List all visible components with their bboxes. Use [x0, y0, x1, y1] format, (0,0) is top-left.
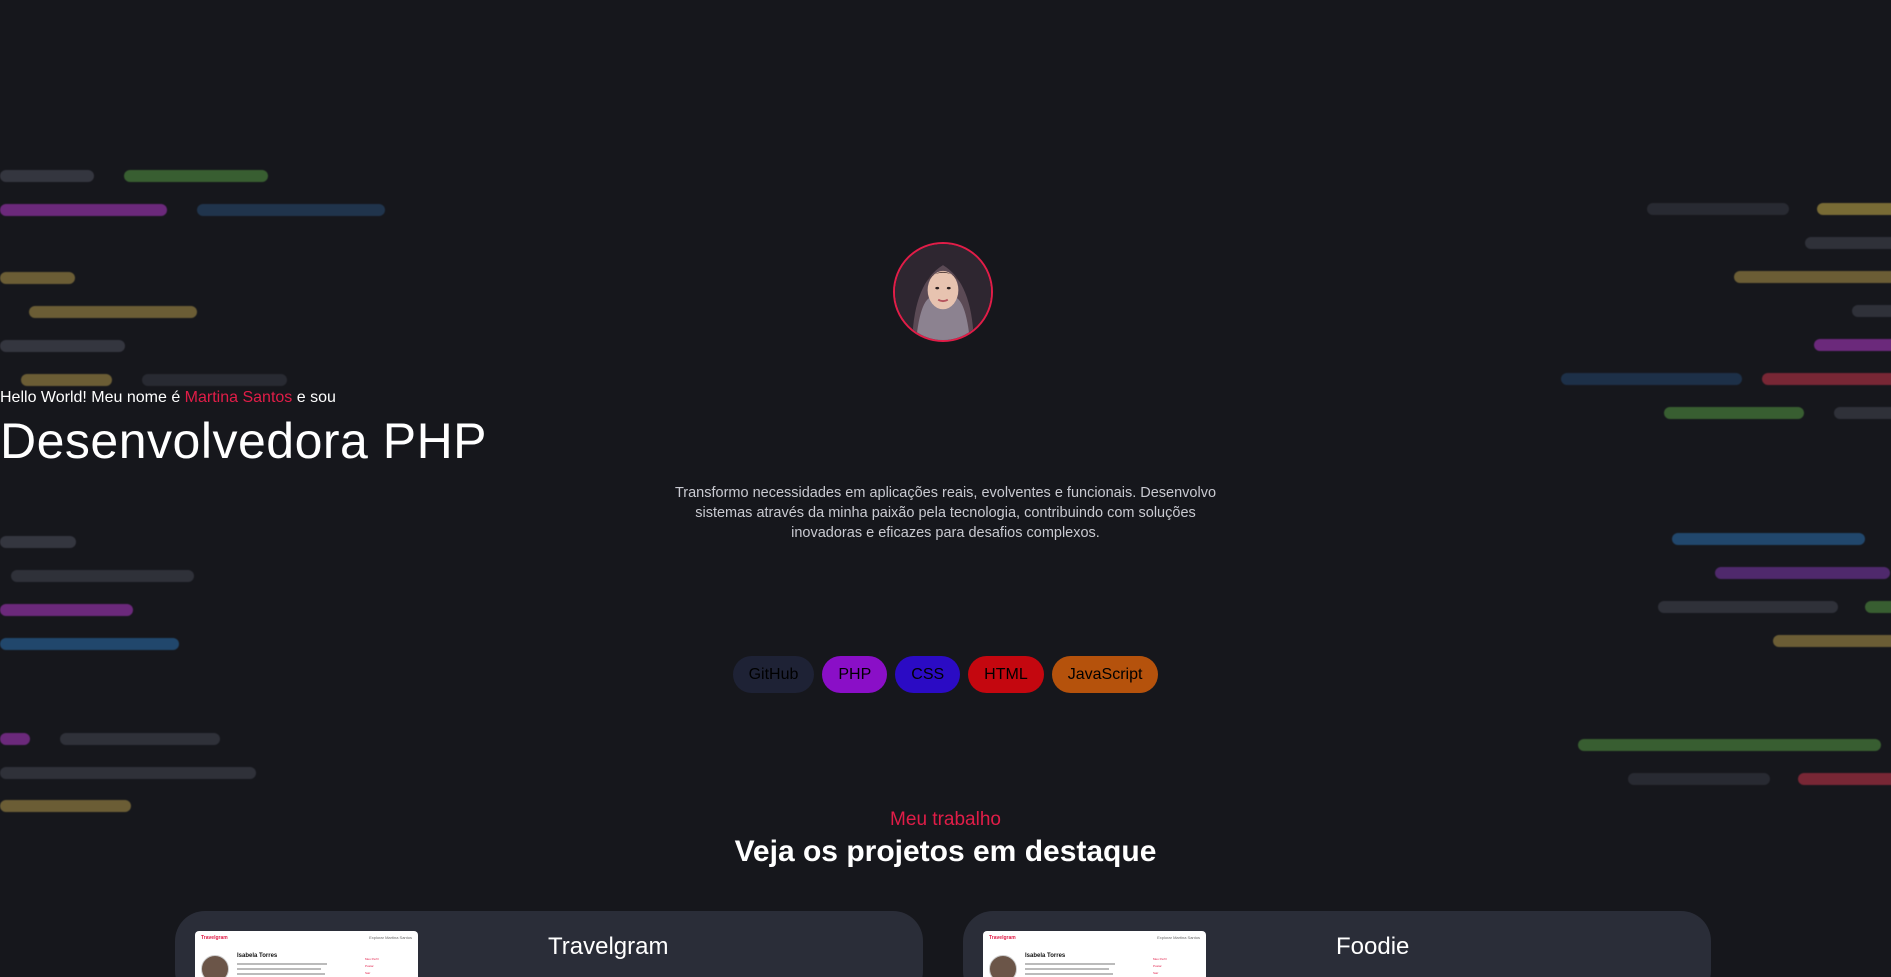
- section-kicker: Meu trabalho: [890, 809, 1001, 830]
- thumbnail-brand: Travelgram: [989, 935, 1016, 941]
- intro-prefix: Hello World! Meu nome é: [0, 389, 185, 406]
- profile-photo-icon: [895, 244, 991, 340]
- thumbnail-menu-item: Sair: [1153, 971, 1159, 975]
- intro-suffix: e sou: [292, 389, 336, 406]
- thumbnail-text-line: [237, 973, 325, 975]
- thumbnail-menu-item: Postar: [1153, 964, 1162, 968]
- profile-avatar: [893, 242, 993, 342]
- thumbnail-text-line: [237, 968, 321, 970]
- intro-text: Hello World! Meu nome é Martina Santos e…: [0, 389, 1891, 407]
- thumbnail-menu-item: Sair: [365, 971, 371, 975]
- thumbnail-text-line: [1025, 968, 1109, 970]
- project-title[interactable]: Foodie: [1336, 933, 1409, 961]
- tag-javascript[interactable]: JavaScript: [1051, 656, 1159, 693]
- thumbnail-menu-item: Meu Perfil: [365, 957, 379, 961]
- thumbnail-brand: Travelgram: [201, 935, 228, 941]
- project-card-travelgram[interactable]: Travelgram Explorar Martina Santos Isabe…: [175, 911, 923, 977]
- thumbnail-nav: Explorar Martina Santos: [1157, 935, 1200, 940]
- tag-css[interactable]: CSS: [895, 656, 961, 693]
- thumbnail-menu-item: Postar: [365, 964, 374, 968]
- project-thumbnail: Travelgram Explorar Martina Santos Isabe…: [195, 931, 418, 977]
- project-thumbnail: Travelgram Explorar Martina Santos Isabe…: [983, 931, 1206, 977]
- thumbnail-menu-item: Meu Perfil: [1153, 957, 1167, 961]
- thumbnail-avatar: [201, 955, 229, 977]
- tag-html[interactable]: HTML: [968, 656, 1044, 693]
- skill-tags: GitHub PHP CSS HTML JavaScript: [0, 656, 1891, 693]
- thumbnail-avatar: [989, 955, 1017, 977]
- decorative-code-lines-left: [0, 0, 420, 820]
- thumbnail-text-line: [1025, 973, 1113, 975]
- thumbnail-name: Isabela Torres: [237, 953, 278, 959]
- thumbnail-text-line: [237, 963, 327, 965]
- tag-github[interactable]: GitHub: [732, 656, 815, 693]
- hero-role-title: Desenvolvedora PHP: [0, 413, 488, 469]
- project-title[interactable]: Travelgram: [548, 933, 668, 961]
- decorative-code-lines-right: [1471, 0, 1891, 820]
- hero-description: Transformo necessidades em aplicações re…: [674, 485, 1217, 541]
- intro-name: Martina Santos: [184, 389, 293, 406]
- thumbnail-text-line: [1025, 963, 1115, 965]
- section-title: Veja os projetos em destaque: [734, 835, 1157, 868]
- project-card-foodie[interactable]: Travelgram Explorar Martina Santos Isabe…: [963, 911, 1711, 977]
- thumbnail-nav: Explorar Martina Santos: [369, 935, 412, 940]
- thumbnail-name: Isabela Torres: [1025, 953, 1066, 959]
- tag-php[interactable]: PHP: [822, 656, 888, 693]
